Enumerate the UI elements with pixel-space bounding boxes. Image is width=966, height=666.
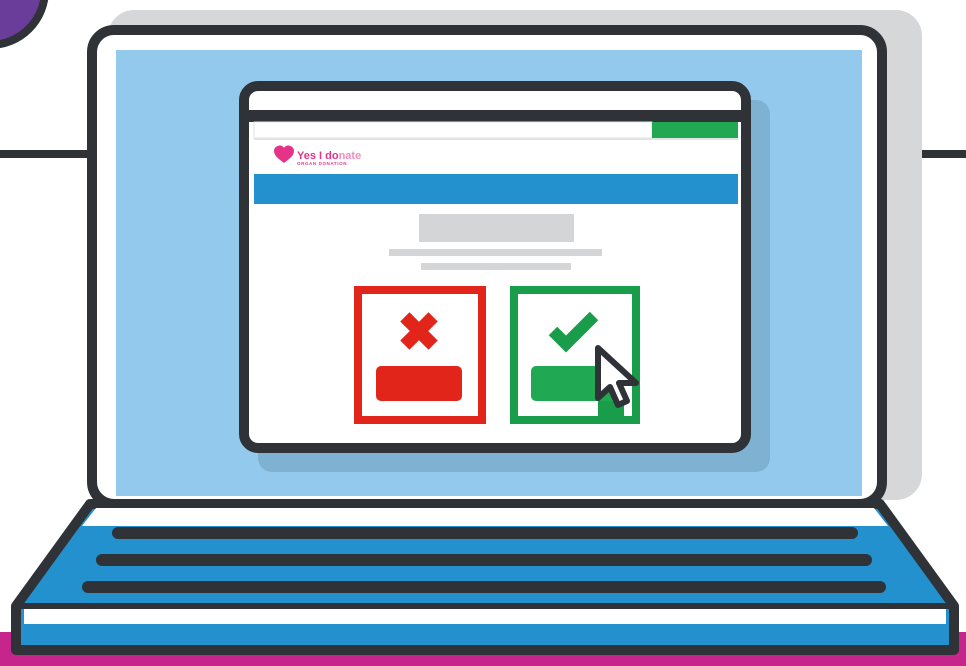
decline-choice-card[interactable] [354,286,486,424]
hinge-strip [82,508,888,526]
decline-button[interactable] [376,366,462,401]
browser-toolbar-divider [249,110,741,122]
address-bar[interactable] [253,121,653,139]
browser-accent-tab[interactable] [652,122,738,138]
browser-window: Yes I donate ORGAN DONATION [239,81,751,453]
left-horizon-line [0,150,100,158]
laptop-base [11,499,959,655]
text-line-placeholder-1 [389,249,602,256]
logo-tagline: ORGAN DONATION [297,161,347,166]
text-line-placeholder-2 [421,263,571,270]
illustration-stage: Yes I donate ORGAN DONATION [0,0,966,666]
page-heading-placeholder [419,214,574,242]
laptop-illustration: Yes I donate ORGAN DONATION [0,0,966,666]
purple-corner-circle [0,0,49,49]
site-nav-bar[interactable] [254,174,738,204]
header-divider [254,138,738,140]
